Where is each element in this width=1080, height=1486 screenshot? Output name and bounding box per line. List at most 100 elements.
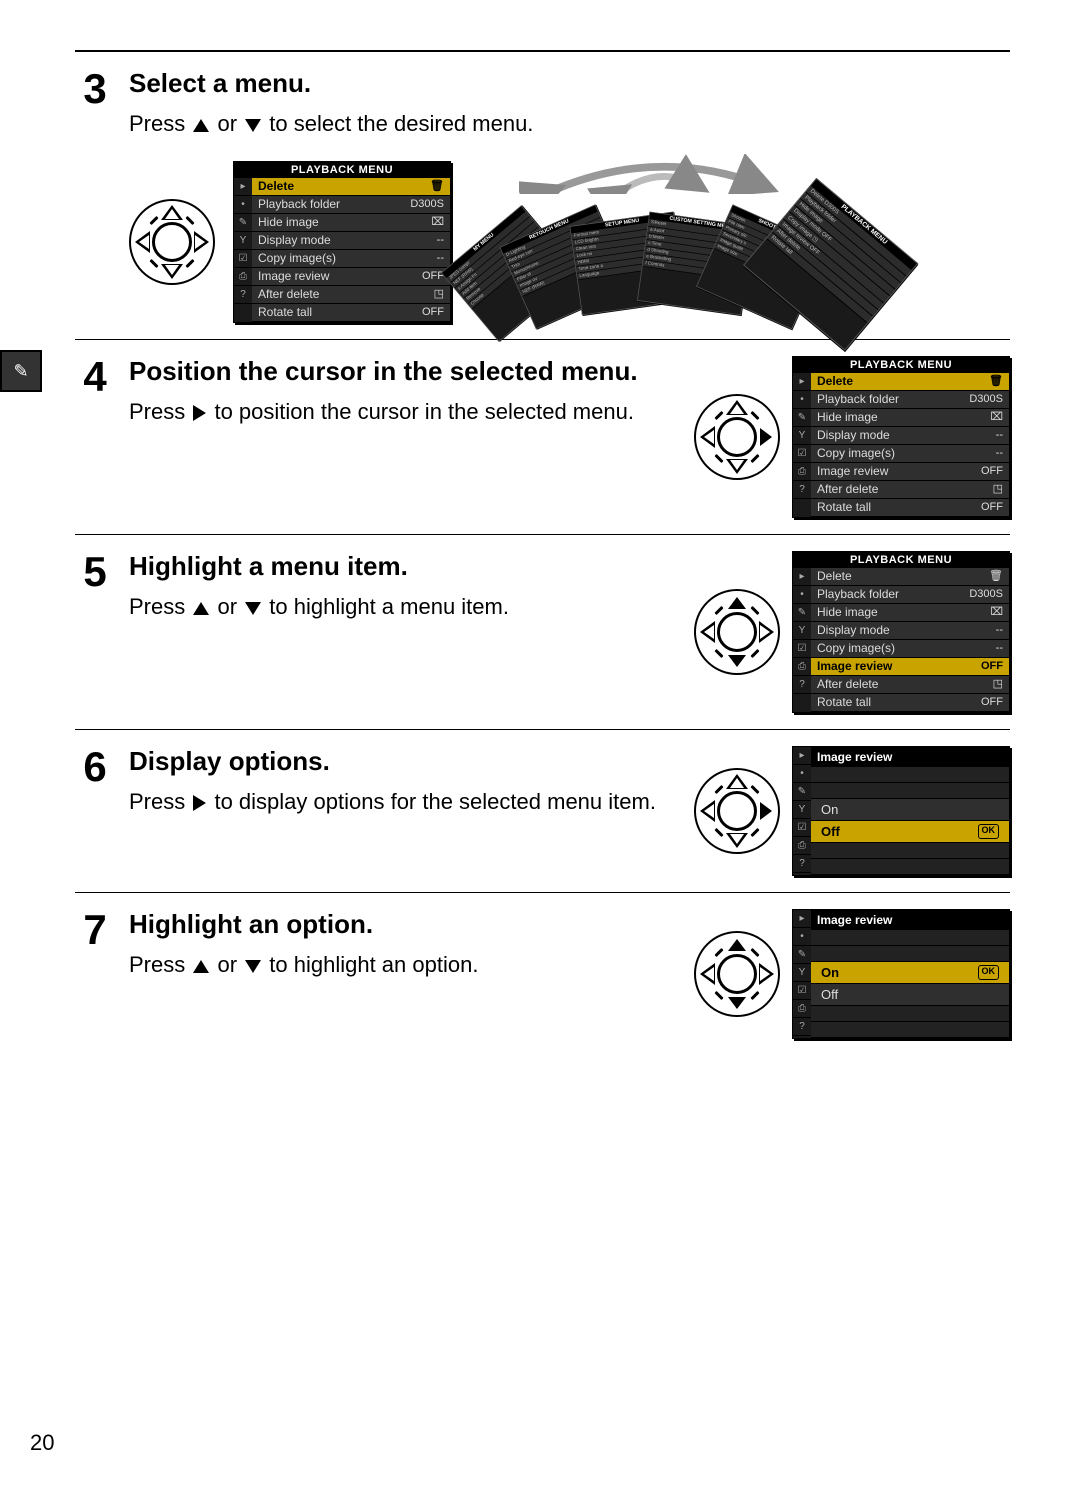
step-title: Highlight an option. (129, 909, 676, 940)
step-6: 6 Display options. Press to display opti… (75, 730, 1010, 893)
step-number: 3 (75, 68, 115, 110)
menu-row: Copy image(s)-- (811, 639, 1009, 657)
menu-row: Display mode-- (252, 231, 450, 249)
menu-tab-icon: Y (234, 232, 252, 250)
menu-tab-icon: ⎙ (793, 463, 811, 481)
menu-tab-icon: ☑ (793, 982, 811, 1000)
option-row: OnOK (811, 962, 1009, 984)
section-tab-icon: ✎ (0, 350, 42, 392)
menu-tab-icon: ☑ (234, 250, 252, 268)
menu-tab-icon: ☑ (793, 640, 811, 658)
page-number: 20 (30, 1430, 54, 1456)
multi-selector-illustration (694, 394, 780, 480)
option-row: On (811, 799, 1009, 821)
menu-row: Hide image⌧ (811, 603, 1009, 621)
menu-fan-illustration: MY MENUJPEG comprNEF (RAW)s:Assign FnAdd… (469, 162, 829, 322)
step-text: Press to position the cursor in the sele… (129, 397, 676, 427)
menu-tab-icon: ⎙ (793, 837, 811, 855)
menu-row: After delete◳ (811, 675, 1009, 693)
playback-menu-screenshot: PLAYBACK MENU ▸•✎Y☑⎙? Delete🗑Playback fo… (792, 356, 1010, 518)
menu-row: Delete🗑 (252, 178, 450, 196)
down-icon (245, 960, 261, 973)
menu-tab-icon: ⎙ (793, 1000, 811, 1018)
menu-tab-icon: • (793, 765, 811, 783)
step-number: 4 (75, 356, 115, 398)
menu-tab-icon: • (234, 196, 252, 214)
up-icon (193, 602, 209, 615)
menu-tab-icon: ☑ (793, 819, 811, 837)
menu-tab-icon: ? (793, 1018, 811, 1036)
page-content: 3 Select a menu. Press or to select the … (75, 50, 1010, 1055)
menu-tab-icon: Y (793, 801, 811, 819)
option-menu-screenshot: ▸•✎Y☑⎙? Image review OnOKOff (792, 909, 1010, 1039)
menu-tab-icon: ☑ (793, 445, 811, 463)
menu-row: Hide image⌧ (811, 408, 1009, 426)
step-7: 7 Highlight an option. Press or to highl… (75, 893, 1010, 1055)
menu-tab-icon: • (793, 928, 811, 946)
menu-tab-icon: ✎ (793, 783, 811, 801)
menu-row: Delete🗑 (811, 568, 1009, 586)
option-row: Off (811, 984, 1009, 1006)
multi-selector-illustration (694, 589, 780, 675)
menu-card: PLAYBACK MENUDelete D300SPlayback folder… (743, 178, 918, 351)
down-icon (245, 119, 261, 132)
menu-tab-icon: ✎ (793, 946, 811, 964)
menu-row: Copy image(s)-- (811, 444, 1009, 462)
up-icon (193, 119, 209, 132)
step-text: Press or to highlight an option. (129, 950, 676, 980)
ok-badge: OK (978, 965, 1000, 980)
menu-tab-icon: ? (793, 855, 811, 873)
multi-selector-illustration (694, 931, 780, 1017)
menu-tab-icon: ✎ (234, 214, 252, 232)
right-icon (193, 405, 206, 421)
step-title: Position the cursor in the selected menu… (129, 356, 676, 387)
menu-row: Copy image(s)-- (252, 249, 450, 267)
step-title: Highlight a menu item. (129, 551, 676, 582)
menu-tab-icon: ? (793, 676, 811, 694)
option-menu-screenshot: ▸•✎Y☑⎙? Image review OnOffOK (792, 746, 1010, 876)
menu-row: Hide image⌧ (252, 213, 450, 231)
menu-tab-icon: ⎙ (234, 268, 252, 286)
multi-selector-illustration (694, 768, 780, 854)
menu-tab-icon: Y (793, 622, 811, 640)
multi-selector-illustration (129, 199, 215, 285)
step-title: Display options. (129, 746, 676, 777)
step-text: Press to display options for the selecte… (129, 787, 676, 817)
step-number: 6 (75, 746, 115, 788)
menu-row: Display mode-- (811, 426, 1009, 444)
menu-row: Rotate tallOFF (811, 693, 1009, 711)
menu-tab-icon: ⎙ (793, 658, 811, 676)
menu-tab-icon: ? (234, 286, 252, 304)
menu-row: Display mode-- (811, 621, 1009, 639)
menu-tab-icon: ✎ (793, 604, 811, 622)
menu-tab-icon: ? (793, 481, 811, 499)
menu-tab-icon: • (793, 391, 811, 409)
menu-row: Playback folderD300S (811, 390, 1009, 408)
step-title: Select a menu. (129, 68, 1010, 99)
menu-row: After delete◳ (252, 285, 450, 303)
menu-row: Image reviewOFF (252, 267, 450, 285)
menu-tab-icon: ▸ (793, 747, 811, 765)
menu-tab-icon: ✎ (793, 409, 811, 427)
menu-row: Image reviewOFF (811, 462, 1009, 480)
menu-row: Playback folderD300S (811, 585, 1009, 603)
menu-tab-icon: • (793, 586, 811, 604)
menu-row: Rotate tallOFF (252, 303, 450, 321)
menu-row: Image reviewOFF (811, 657, 1009, 675)
down-icon (245, 602, 261, 615)
menu-tab-icon: ▸ (793, 568, 811, 586)
step-4: 4 Position the cursor in the selected me… (75, 340, 1010, 535)
step-3: 3 Select a menu. Press or to select the … (75, 52, 1010, 340)
step-number: 7 (75, 909, 115, 951)
step-text: Press or to select the desired menu. (129, 109, 1010, 139)
navigation-arrows-icon (519, 154, 809, 194)
menu-row: Rotate tallOFF (811, 498, 1009, 516)
menu-tab-icon: Y (793, 427, 811, 445)
up-icon (193, 960, 209, 973)
menu-tab-icon: ▸ (234, 178, 252, 196)
step-number: 5 (75, 551, 115, 593)
menu-tab-icon: ▸ (793, 373, 811, 391)
menu-tab-icon: Y (793, 964, 811, 982)
playback-menu-screenshot: PLAYBACK MENU ▸•✎Y☑⎙? Delete🗑Playback fo… (233, 161, 451, 323)
menu-row: Playback folderD300S (252, 195, 450, 213)
